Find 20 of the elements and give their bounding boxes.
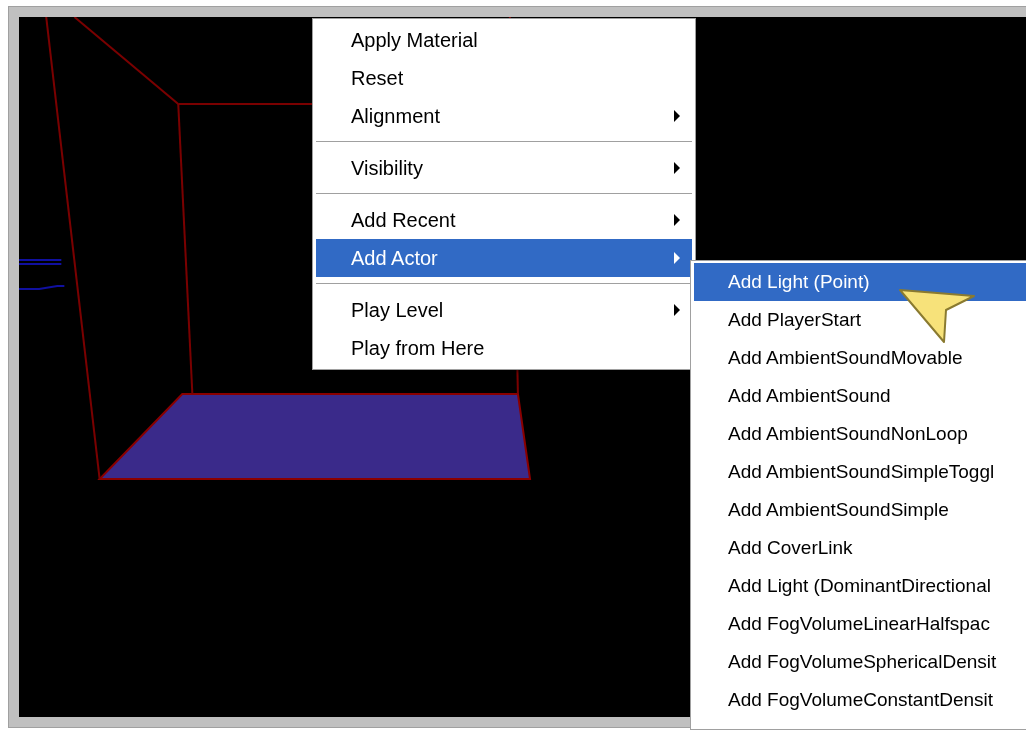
menu-item[interactable]: Add FogVolumeConstantDensit <box>694 681 1026 719</box>
menu-item[interactable]: Add CoverLink <box>694 529 1026 567</box>
menu-item[interactable]: Add Recent <box>316 201 692 239</box>
menu-item[interactable]: Reset <box>316 59 692 97</box>
menu-item[interactable]: Add Actor <box>316 239 692 277</box>
menu-item[interactable]: Add AmbientSoundNonLoop <box>694 415 1026 453</box>
menu-item[interactable]: Add AmbientSoundSimple <box>694 491 1026 529</box>
menu-item[interactable]: Add Light (DominantDirectional <box>694 567 1026 605</box>
menu-item[interactable]: Visibility <box>316 149 692 187</box>
menu-item[interactable]: Add AmbientSound <box>694 377 1026 415</box>
menu-item[interactable]: Play from Here <box>316 329 692 367</box>
menu-item[interactable]: Apply Material <box>316 21 692 59</box>
menu-item[interactable]: Add PlayerStart <box>694 301 1026 339</box>
menu-item[interactable]: Add Light (Point) <box>694 263 1026 301</box>
menu-item[interactable]: Add FogVolumeSphericalDensit <box>694 643 1026 681</box>
menu-item[interactable]: Add FogVolumeLinearHalfspac <box>694 605 1026 643</box>
menu-item[interactable]: Alignment <box>316 97 692 135</box>
menu-item[interactable]: Add AmbientSoundSimpleToggl <box>694 453 1026 491</box>
menu-item[interactable]: Play Level <box>316 291 692 329</box>
menu-item[interactable]: Add AmbientSoundMovable <box>694 339 1026 377</box>
